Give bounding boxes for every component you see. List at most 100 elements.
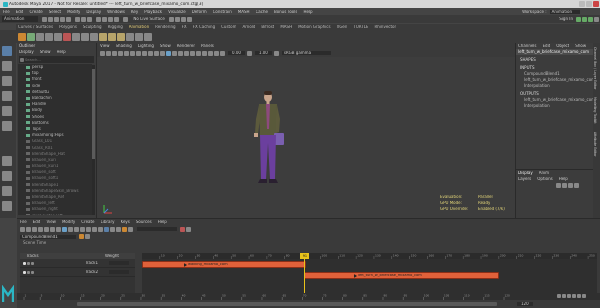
ambient-occlusion-icon[interactable] <box>190 50 195 56</box>
range-slider[interactable]: 120 <box>17 300 600 308</box>
shelf-tab-custom[interactable]: Custom <box>221 25 236 29</box>
playblast-icon[interactable] <box>90 32 98 41</box>
paint-weights-icon[interactable] <box>126 32 134 41</box>
trax-link-icon[interactable] <box>180 226 185 232</box>
menu-cache[interactable]: Cache <box>256 10 268 14</box>
track-solo-icon[interactable] <box>27 270 30 274</box>
play-forward-icon[interactable] <box>572 294 576 298</box>
mode-dropdown[interactable]: Animation <box>2 16 39 22</box>
layer-tab-display[interactable]: Display <box>518 171 533 175</box>
play-backward-icon[interactable] <box>567 294 571 298</box>
sign-in-link[interactable]: Sign In <box>559 17 573 21</box>
xray-icon[interactable] <box>214 50 219 56</box>
trax-menu-edit[interactable]: Edit <box>33 220 41 224</box>
menu-visualize[interactable]: Visualize <box>168 10 186 14</box>
trax-playback-icon[interactable] <box>98 226 103 232</box>
anti-alias-icon[interactable] <box>202 50 207 56</box>
open-scene-icon[interactable] <box>48 16 54 22</box>
split-clip-icon[interactable] <box>44 226 49 232</box>
select-component-icon[interactable] <box>87 16 93 22</box>
channel-box-node[interactable]: Interpolation <box>518 83 593 89</box>
trax-visor-icon[interactable] <box>104 226 109 232</box>
trax-menu-file[interactable]: File <box>20 220 27 224</box>
motion-trail-icon[interactable] <box>63 32 71 41</box>
shelf-tab-rhinvector[interactable]: Rhinvector <box>374 25 396 29</box>
shelf-tab-animation[interactable]: Animation <box>129 25 149 29</box>
range-slider-bar[interactable] <box>77 302 497 306</box>
ghost-icon[interactable] <box>72 32 80 41</box>
go-to-end-icon[interactable] <box>582 294 586 298</box>
shelf-tab-polygons[interactable]: Polygons <box>59 25 77 29</box>
shelf-tab-fx[interactable]: FX <box>182 25 187 29</box>
unghost-icon[interactable] <box>81 32 89 41</box>
ipr-render-icon[interactable] <box>174 16 180 22</box>
select-object-icon[interactable] <box>81 16 87 22</box>
motion-blur-icon[interactable] <box>196 50 201 56</box>
viewport-menu-lighting[interactable]: Lighting <box>138 44 154 48</box>
menu-windows[interactable]: Windows <box>107 10 125 14</box>
trax-clip[interactable]: walking_mixamo_com <box>142 261 307 268</box>
bake-clip-icon[interactable] <box>110 226 115 232</box>
character-icon[interactable] <box>78 234 84 239</box>
viewport-menu-renderer[interactable]: Renderer <box>177 44 195 48</box>
minimize-icon[interactable] <box>579 1 585 7</box>
trax-key-icon[interactable] <box>122 226 127 232</box>
paint-select-icon[interactable] <box>2 76 12 86</box>
trax-clip[interactable]: left_turn_w_briefcase_mixamo_com <box>304 272 499 279</box>
maximize-icon[interactable] <box>586 1 592 7</box>
hypershade-icon[interactable] <box>186 16 192 22</box>
joint-tool-icon[interactable] <box>99 32 107 41</box>
trax-lock-icon[interactable] <box>186 226 191 232</box>
new-layer-icon[interactable] <box>568 183 573 188</box>
graph-layout-icon[interactable] <box>2 201 12 211</box>
shadows-icon[interactable] <box>184 50 189 56</box>
ghost-clip-icon[interactable] <box>116 226 121 232</box>
outliner-menu-help[interactable]: Help <box>57 50 66 54</box>
show-tool-settings-icon[interactable] <box>594 16 599 22</box>
character-figure[interactable] <box>248 89 288 189</box>
lights-icon[interactable] <box>178 50 183 56</box>
graph-editor-icon[interactable] <box>36 32 44 41</box>
blend-clip-icon[interactable] <box>50 226 55 232</box>
move-tool-icon[interactable] <box>2 91 12 101</box>
channel-box-menu-show[interactable]: Show <box>575 44 586 48</box>
snap-plane-icon[interactable] <box>114 16 120 22</box>
shelf-tab-motion-graphics[interactable]: Motion Graphics <box>298 25 331 29</box>
textured-icon[interactable] <box>172 50 177 56</box>
trax-menu-create[interactable]: Create <box>81 220 94 224</box>
four-view-icon[interactable] <box>2 171 12 181</box>
character-menu-icon[interactable] <box>84 234 90 239</box>
smooth-shade-icon[interactable] <box>166 50 171 56</box>
save-scene-icon[interactable] <box>54 16 60 22</box>
show-channel-box-icon[interactable] <box>582 16 587 22</box>
lasso-tool-icon[interactable] <box>2 61 12 71</box>
outliner-menu-display[interactable]: Display <box>19 50 34 54</box>
outliner-search-input[interactable] <box>25 56 85 63</box>
trax-menu-modify[interactable]: Modify <box>62 220 75 224</box>
track-weight-field[interactable] <box>109 270 129 274</box>
camera-select-icon[interactable] <box>100 50 105 56</box>
trax-playhead[interactable] <box>304 259 306 293</box>
new-scene-icon[interactable] <box>42 16 48 22</box>
add-track-icon[interactable] <box>86 226 91 232</box>
new-layer-selected-icon[interactable] <box>574 183 579 188</box>
group-clips-icon[interactable] <box>80 226 85 232</box>
layer-tab-anim[interactable]: Anim <box>539 171 549 175</box>
isolate-icon[interactable] <box>208 50 213 56</box>
outliner-menu-show[interactable]: Show <box>40 50 51 54</box>
grid-toggle-icon[interactable] <box>124 50 129 56</box>
workspace-dropdown[interactable]: Animation <box>549 9 580 14</box>
menu-edit[interactable]: Edit <box>16 10 24 14</box>
menu-key[interactable]: Key <box>131 10 138 14</box>
channel-box-menu-channels[interactable]: Channels <box>518 44 537 48</box>
load-character-icon[interactable] <box>20 226 25 232</box>
menu-help[interactable]: Help <box>303 10 312 14</box>
blend-shape-icon[interactable] <box>144 32 152 41</box>
select-tool-icon[interactable] <box>2 46 12 56</box>
shelf-tab-fx-caching[interactable]: FX Caching <box>193 25 215 29</box>
image-plane-icon[interactable] <box>118 50 123 56</box>
menu-deform[interactable]: Deform <box>192 10 207 14</box>
menu-select[interactable]: Select <box>49 10 61 14</box>
bookmark-icon[interactable] <box>112 50 117 56</box>
viewport-menu-show[interactable]: Show <box>160 44 171 48</box>
